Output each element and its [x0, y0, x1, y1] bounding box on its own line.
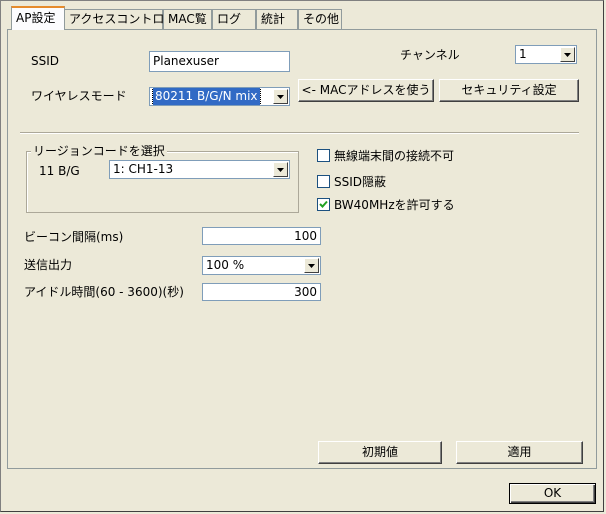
tx-power-value: 100 % [206, 258, 245, 272]
region-legend: リージョンコードを選択 [31, 144, 167, 158]
tab-label: その他 [303, 12, 340, 26]
tab-ap-settings[interactable]: AP設定 [11, 6, 65, 30]
tab-label: ログ [217, 12, 242, 26]
tab-label: MAC覧 [168, 12, 207, 26]
checkmark-icon [319, 200, 328, 208]
idle-time-label: アイドル時間(60 - 3600)(秒) [24, 285, 184, 299]
chevron-down-icon[interactable] [560, 47, 575, 62]
wireless-mode-value: 80211 B/G/N mix [152, 88, 261, 105]
no-client-link-label: 無線端末間の接続不可 [334, 149, 455, 163]
ssid-input[interactable]: Planexuser [149, 51, 290, 72]
channel-value: 1 [519, 47, 527, 61]
ssid-hidden-label: SSID隠蔽 [334, 175, 387, 189]
tab-label: 統計 [261, 12, 286, 26]
tab-panel-ap-settings: SSID Planexuser チャンネル 1 ワイヤレスモード 80211 B… [7, 29, 597, 469]
chevron-down-icon[interactable] [273, 89, 288, 104]
ssid-label: SSID [31, 54, 60, 68]
no-client-link-checkbox[interactable] [317, 149, 330, 162]
chevron-down-icon[interactable] [273, 162, 288, 177]
region-code-value: 1: CH1-13 [113, 162, 174, 176]
tab-label: AP設定 [16, 11, 56, 25]
beacon-interval-input[interactable]: 100 [202, 227, 321, 245]
channel-select[interactable]: 1 [515, 45, 577, 64]
beacon-interval-label: ビーコン間隔(ms) [24, 230, 124, 244]
use-mac-address-button[interactable]: <- MACアドレスを使う [298, 79, 434, 102]
tx-power-select[interactable]: 100 % [202, 256, 321, 275]
bw40-label: BW40MHzを許可する [334, 198, 455, 212]
ok-button[interactable]: OK [509, 483, 596, 504]
tx-power-label: 送信出力 [24, 258, 73, 272]
tab-mac-list[interactable]: MAC覧 [163, 9, 212, 29]
band-label: 11 B/G [39, 164, 80, 178]
wireless-mode-label: ワイヤレスモード [31, 89, 127, 103]
ssid-hidden-checkbox[interactable] [317, 175, 330, 188]
region-code-select[interactable]: 1: CH1-13 [109, 160, 290, 179]
tab-statistics[interactable]: 統計 [256, 9, 298, 29]
wireless-mode-select[interactable]: 80211 B/G/N mix [149, 87, 290, 106]
separator [20, 132, 579, 134]
defaults-button[interactable]: 初期値 [318, 441, 442, 464]
channel-label: チャンネル [400, 48, 460, 62]
security-settings-button[interactable]: セキュリティ設定 [439, 79, 579, 102]
bw40-checkbox[interactable] [317, 198, 330, 211]
tab-other[interactable]: その他 [298, 9, 342, 29]
tab-log[interactable]: ログ [212, 9, 256, 29]
idle-time-input[interactable]: 300 [202, 283, 321, 301]
chevron-down-icon[interactable] [304, 258, 319, 273]
tab-access-control[interactable]: アクセスコントロール [64, 9, 188, 29]
apply-button[interactable]: 適用 [456, 441, 583, 464]
